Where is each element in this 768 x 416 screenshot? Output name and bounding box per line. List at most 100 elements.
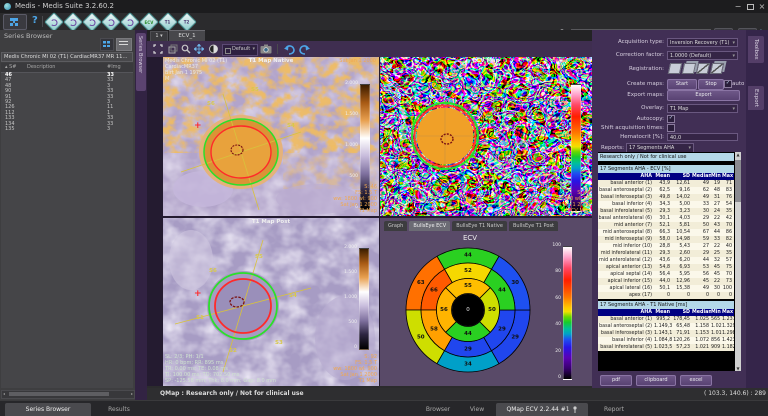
column-description[interactable]: Description bbox=[27, 63, 55, 72]
scrollbar-thumb[interactable] bbox=[735, 160, 741, 202]
scan-date: Sat Jan 1 2000 bbox=[339, 58, 376, 64]
app-badge-1[interactable] bbox=[44, 12, 64, 32]
maximize-button[interactable] bbox=[744, 0, 756, 13]
series-browser-collapsed-tab[interactable]: Series Browser bbox=[136, 33, 146, 91]
correction-factor-select[interactable]: 1.0000 (Default)▾ bbox=[667, 51, 738, 60]
report-row[interactable]: basal inferior (4)1.084,8120,261.0728561… bbox=[598, 337, 734, 344]
help-button[interactable]: ? bbox=[32, 15, 38, 26]
scroll-right-icon[interactable]: ▸ bbox=[131, 391, 133, 397]
reset-view-icon[interactable] bbox=[168, 44, 178, 56]
report-cell: 15,38 bbox=[672, 285, 692, 292]
tab-series-browser[interactable]: Series Browser bbox=[5, 403, 91, 416]
report-cell: 909 bbox=[711, 344, 722, 351]
snapshot-icon[interactable] bbox=[260, 44, 272, 56]
registration-all-icon[interactable] bbox=[710, 63, 724, 74]
app-badge-3[interactable] bbox=[82, 12, 102, 32]
export-button[interactable]: Export bbox=[667, 90, 740, 101]
app-badge-t2[interactable]: T2 bbox=[177, 12, 197, 32]
report-row[interactable]: mid inferoseptal (9)58,014,98593382 bbox=[598, 236, 734, 243]
undo-icon[interactable] bbox=[283, 44, 296, 57]
tab-bullseye-ecv[interactable]: BullsEye ECV bbox=[409, 221, 450, 231]
scroll-down-icon[interactable]: ▼ bbox=[735, 366, 741, 371]
minimize-button[interactable]: − bbox=[732, 0, 744, 13]
shift-acquisition-checkbox[interactable] bbox=[667, 124, 675, 132]
report-row[interactable]: apical lateral (16)50,115,384930100 bbox=[598, 285, 734, 292]
report-row[interactable]: mid anterior (7)52,15,81504370 bbox=[598, 222, 734, 229]
tab-view[interactable]: View bbox=[462, 403, 492, 416]
ecv-map-viewport[interactable]: ECV Map Sat Jan 1 2000 100806040200 S: 4… bbox=[380, 57, 592, 216]
column-image-count[interactable]: #Img bbox=[107, 63, 121, 72]
excel-button[interactable]: excel bbox=[680, 375, 712, 386]
stop-button[interactable]: Stop bbox=[698, 79, 724, 90]
preset-select[interactable]: Default ▾ bbox=[222, 44, 258, 56]
tab-results[interactable]: Results bbox=[95, 403, 143, 416]
registration-none-icon[interactable] bbox=[668, 63, 682, 74]
report-row[interactable]: mid inferolateral (11)29,32,60292535 bbox=[598, 250, 734, 257]
scrollbar-thumb[interactable] bbox=[9, 392, 109, 396]
thumbnail-view-button[interactable] bbox=[100, 38, 114, 51]
scroll-up-icon[interactable]: ▲ bbox=[735, 152, 741, 157]
series-row[interactable]: 1353 bbox=[1, 127, 133, 132]
report-scrollbar[interactable]: ▲ ▼ bbox=[735, 152, 741, 371]
app-badge-2[interactable] bbox=[63, 12, 83, 32]
report-cell: 43 bbox=[711, 222, 722, 229]
report-row[interactable]: basal inferoseptal (3)49,814,02493176 bbox=[598, 194, 734, 201]
tab-bullseye-t1-native[interactable]: BullsEye T1 Native bbox=[452, 221, 507, 231]
horizontal-scrollbar[interactable]: ◂ ▸ bbox=[1, 390, 135, 399]
acquisition-type-select[interactable]: Inversion Recovery (T1)▾ bbox=[667, 38, 738, 47]
auto-checkbox[interactable]: ✓ bbox=[724, 80, 732, 88]
report-row[interactable]: basal anterior (1)995,2178,451.0255651.2… bbox=[598, 316, 734, 323]
report-row[interactable]: mid inferior (10)28,85,43272240 bbox=[598, 243, 734, 250]
report-row[interactable]: mid anteroseptal (8)66,310,54674486 bbox=[598, 229, 734, 236]
toolbox-side-tab[interactable]: Toolbox bbox=[748, 36, 764, 63]
overlay-select[interactable]: T1 Map▾ bbox=[667, 104, 738, 113]
t1-native-viewport[interactable]: T1 Map Native Sat Jan 1 2000 Medis Chron… bbox=[163, 57, 379, 216]
zoom-icon[interactable] bbox=[181, 44, 191, 56]
fullscreen-icon[interactable] bbox=[153, 44, 163, 56]
tab-graph[interactable]: Graph bbox=[384, 221, 407, 231]
app-badge-ecv[interactable]: ECV bbox=[139, 12, 159, 32]
report-cell: 1.182 bbox=[722, 344, 734, 351]
report-row[interactable]: apical inferior (15)44,012,96452273 bbox=[598, 278, 734, 285]
clipboard-button[interactable]: clipboard bbox=[636, 375, 676, 386]
report-row[interactable]: basal anterior (1)43,912,61491971 bbox=[598, 180, 734, 187]
t1-post-viewport[interactable]: T1 Map Post 2.0001.5001.0005000 SL: 2/3;… bbox=[163, 218, 379, 386]
report-row[interactable]: apex (17)00000 bbox=[598, 292, 734, 299]
report-row[interactable]: apical septal (14)56,45,95564570 bbox=[598, 271, 734, 278]
hematocrit-input[interactable]: 40,0 bbox=[667, 133, 738, 141]
export-side-tab[interactable]: Export bbox=[748, 86, 764, 110]
report-row[interactable]: basal anteroseptal (2)62,59,16624883 bbox=[598, 187, 734, 194]
close-button[interactable]: × bbox=[756, 0, 768, 13]
bullseye-value: 44 bbox=[498, 287, 506, 293]
report-row[interactable]: apical anterior (13)54,86,93534575 bbox=[598, 264, 734, 271]
app-badge-t1[interactable]: T1 bbox=[158, 12, 178, 32]
start-button[interactable]: Start bbox=[667, 79, 697, 90]
report-row[interactable]: basal inferoseptal (3)1.143,171,911.1531… bbox=[598, 330, 734, 337]
report-row[interactable]: basal inferolateral (5)29,33,23302435 bbox=[598, 208, 734, 215]
report-row[interactable]: mid anterolateral (12)43,66,20443257 bbox=[598, 257, 734, 264]
report-cell: 27 bbox=[711, 201, 722, 208]
report-row[interactable]: basal anterolateral (6)30,14,03292242 bbox=[598, 215, 734, 222]
app-badge-5[interactable] bbox=[120, 12, 140, 32]
column-series-number[interactable]: ▴ S# bbox=[5, 63, 16, 72]
scroll-left-icon[interactable]: ◂ bbox=[3, 391, 5, 397]
tab-report[interactable]: Report bbox=[594, 403, 634, 416]
app-badge-4[interactable] bbox=[101, 12, 121, 32]
report-row[interactable]: basal inferolateral (5)1.023,557,231.021… bbox=[598, 344, 734, 351]
pdf-button[interactable]: pdf bbox=[600, 375, 632, 386]
registration-stack-icon[interactable] bbox=[682, 63, 696, 74]
registration-single-icon[interactable] bbox=[696, 63, 710, 74]
autocopy-checkbox[interactable]: ✓ bbox=[667, 115, 675, 123]
window-level-icon[interactable] bbox=[208, 44, 219, 56]
tab-browser[interactable]: Browser bbox=[418, 403, 458, 416]
tab-bullseye-t1-post[interactable]: BullsEye T1 Post bbox=[509, 221, 558, 231]
apps-menu-button[interactable] bbox=[3, 14, 27, 30]
list-view-button[interactable] bbox=[116, 38, 132, 51]
redo-icon[interactable] bbox=[298, 44, 311, 57]
report-row[interactable]: basal anteroseptal (2)1.149,365,481.1581… bbox=[598, 323, 734, 330]
study-header[interactable]: Medis Chronic MI 02 (T1) CardiacMR37 MR … bbox=[1, 52, 133, 62]
report-row[interactable]: basal inferior (4)34,35,00332754 bbox=[598, 201, 734, 208]
tab-qmap-ecv[interactable]: QMap ECV 2.2.44 #1 bbox=[496, 403, 588, 416]
report-cell: 9,16 bbox=[672, 187, 692, 194]
pan-icon[interactable] bbox=[194, 44, 204, 56]
